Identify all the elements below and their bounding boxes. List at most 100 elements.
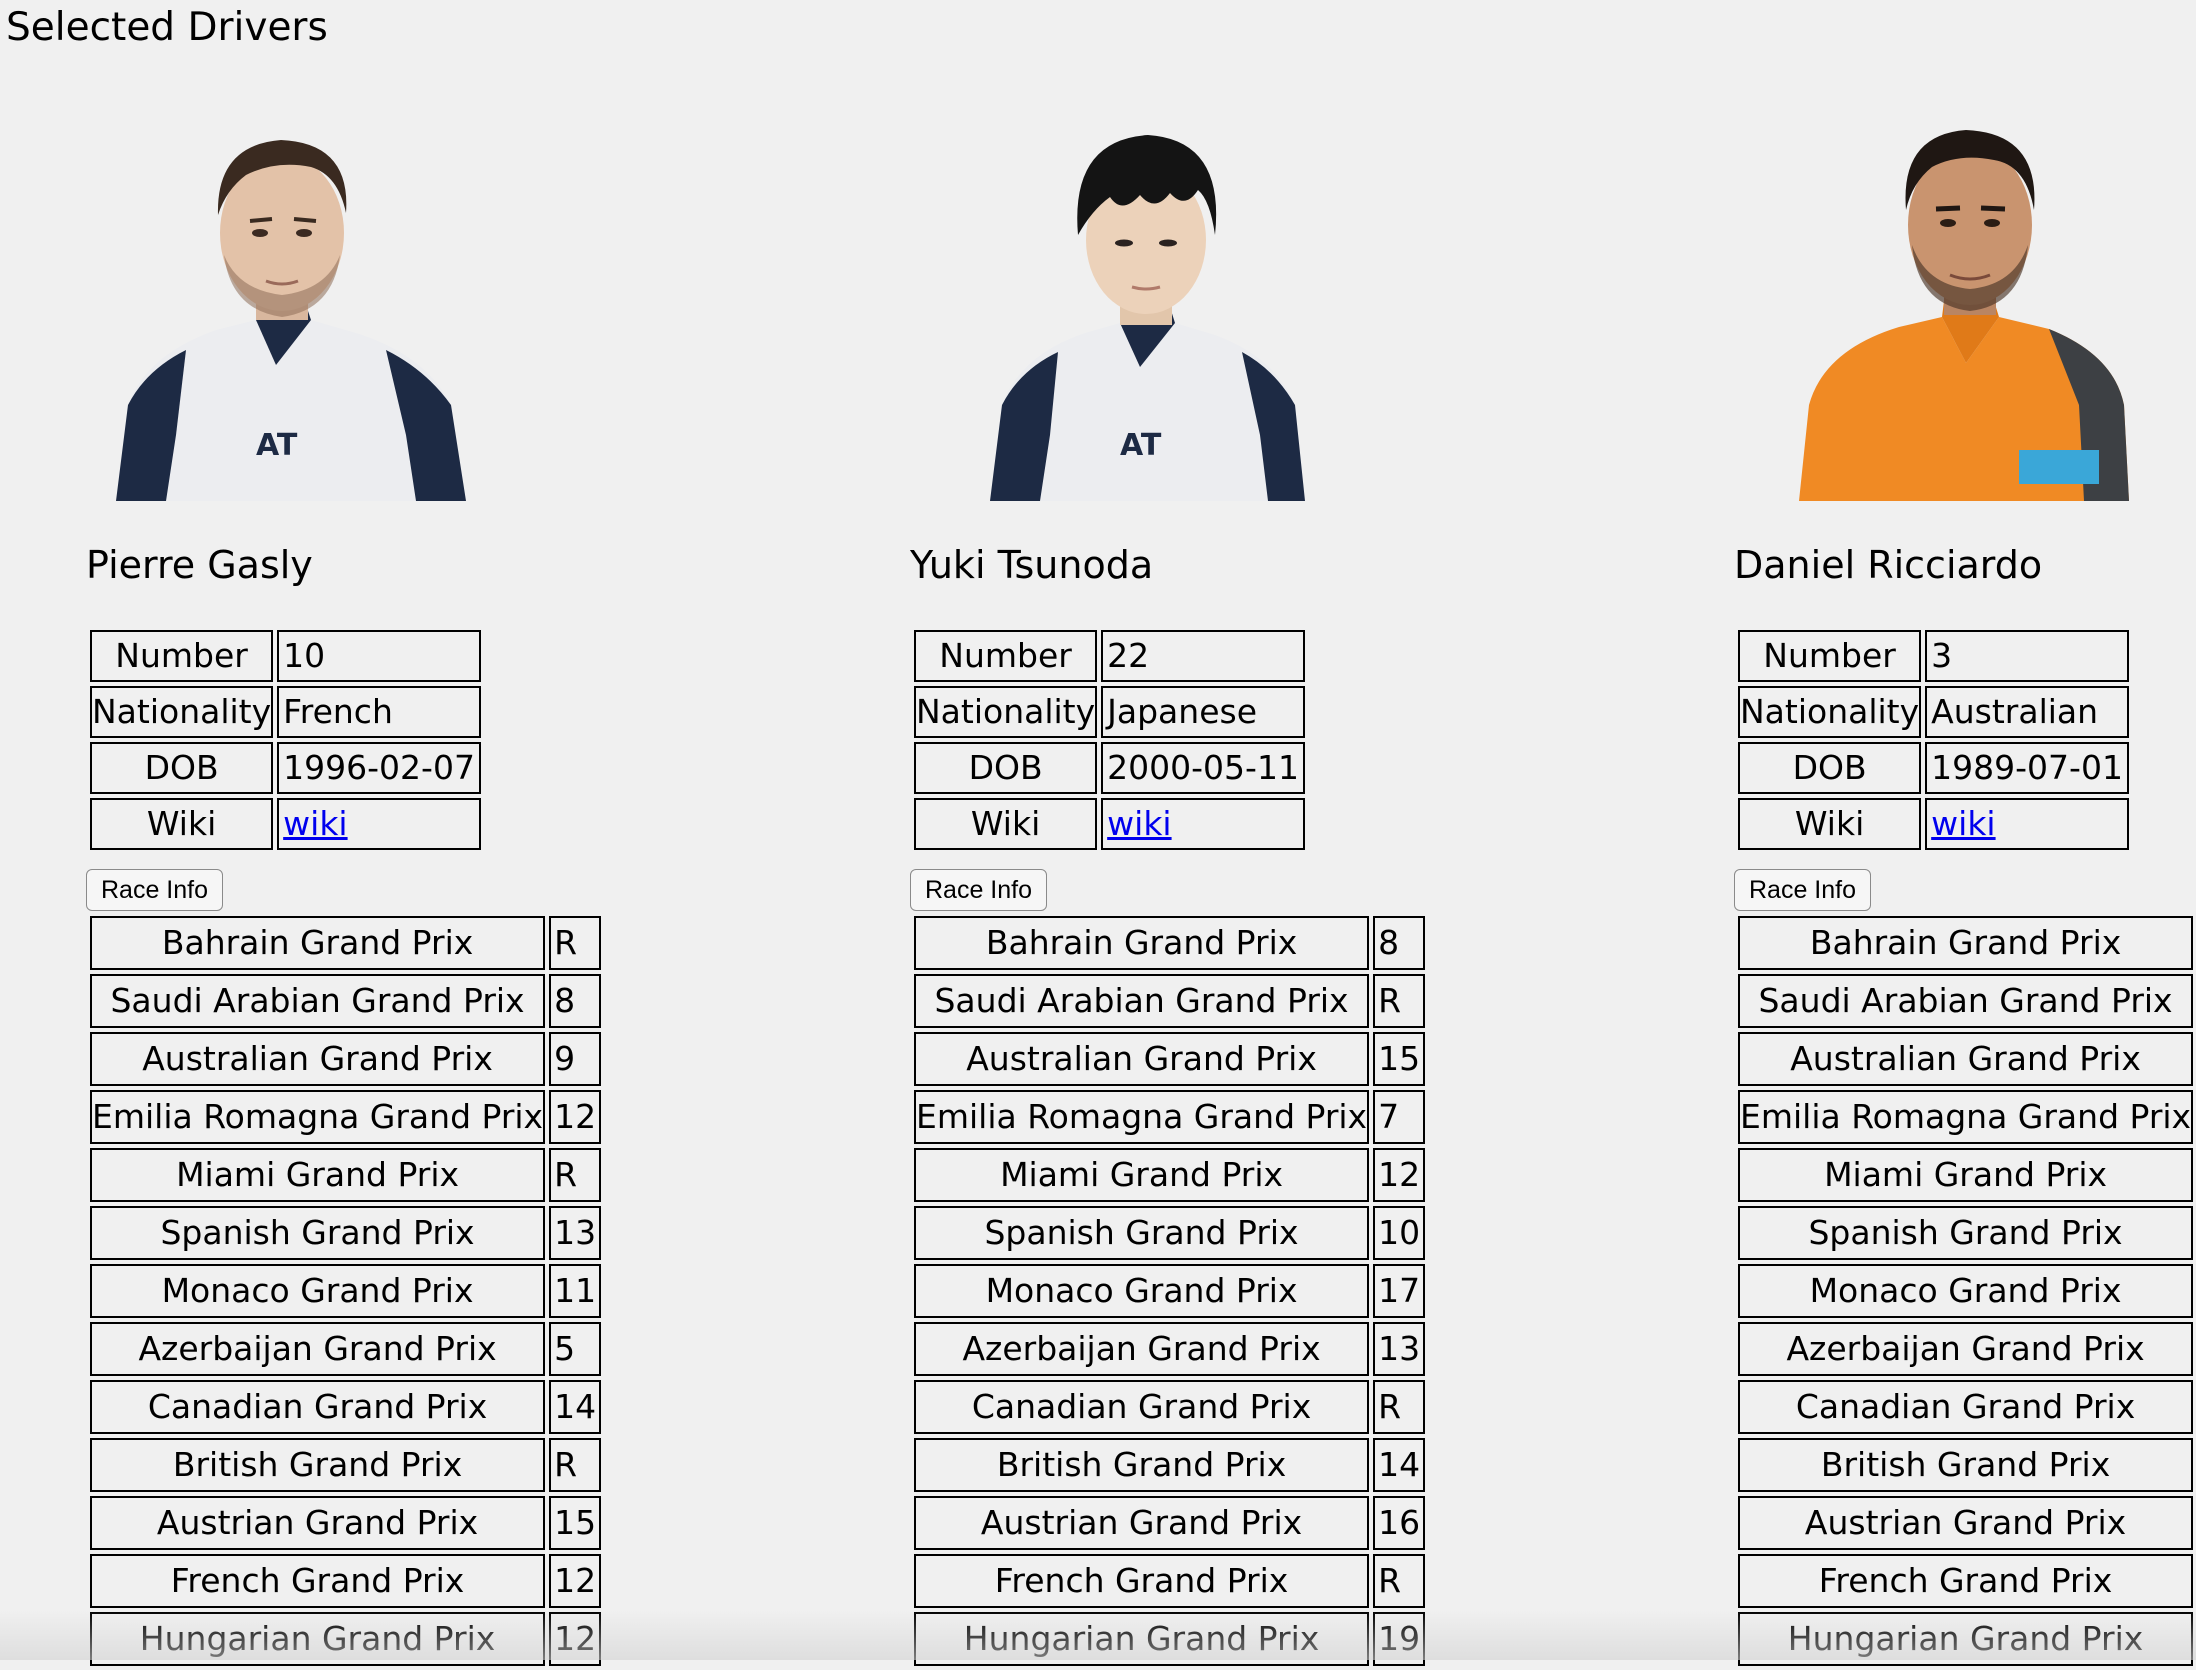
race-info-button[interactable]: Race Info [910, 869, 1048, 911]
wiki-link[interactable]: wiki [283, 804, 347, 843]
driver-name: Pierre Gasly [86, 543, 313, 587]
race-result: R [1373, 1380, 1426, 1434]
race-info-button[interactable]: Race Info [86, 869, 224, 911]
value-wiki: wiki [277, 798, 481, 850]
race-name: Miami Grand Prix [1738, 1148, 2194, 1202]
value-number: 22 [1101, 630, 1305, 682]
race-name: Saudi Arabian Grand Prix [90, 974, 546, 1028]
race-results-table: Bahrain Grand Prix R Saudi Arabian Grand P… [86, 912, 605, 1670]
race-result: 12 [549, 1090, 602, 1144]
race-name: Hungarian Grand Prix [1738, 1612, 2194, 1666]
race-name: Monaco Grand Prix [90, 1264, 546, 1318]
race-row: Canadian Grand Prix11 [1738, 1380, 2196, 1434]
race-result: 10 [1373, 1206, 1426, 1260]
info-row-number: Number 3 [1738, 630, 2129, 682]
driver-name: Daniel Ricciardo [1734, 543, 2043, 587]
value-dob: 2000-05-11 [1101, 742, 1305, 794]
info-row-wiki: Wiki wiki [914, 798, 1305, 850]
label-number: Number [914, 630, 1098, 682]
driver-info-table: Number 10 Nationality French DOB 1996-02… [86, 626, 485, 854]
race-row: Azerbaijan Grand Prix8 [1738, 1322, 2196, 1376]
label-nationality: Nationality [914, 686, 1098, 738]
driver-name: Yuki Tsunoda [910, 543, 1154, 587]
race-row: Azerbaijan Grand Prix 5 [90, 1322, 602, 1376]
race-row: French Grand Prix9 [1738, 1554, 2196, 1608]
wiki-link[interactable]: wiki [1107, 804, 1171, 843]
value-wiki: wiki [1101, 798, 1305, 850]
race-result: 17 [1373, 1264, 1426, 1318]
race-name: Spanish Grand Prix [914, 1206, 1370, 1260]
race-result: R [549, 1148, 602, 1202]
race-name: Canadian Grand Prix [914, 1380, 1370, 1434]
info-row-wiki: Wiki wiki [1738, 798, 2129, 850]
race-row: Monaco Grand Prix 11 [90, 1264, 602, 1318]
race-row: Australian Grand Prix 15 [914, 1032, 1426, 1086]
race-row: Hungarian Grand Prix 12 [90, 1612, 602, 1666]
value-dob: 1989-07-01 [1925, 742, 2129, 794]
driver-photo: AT [106, 105, 486, 501]
label-dob: DOB [90, 742, 274, 794]
info-row-dob: DOB 1996-02-07 [90, 742, 481, 794]
label-wiki: Wiki [1738, 798, 1922, 850]
race-row: Austrian Grand Prix 15 [90, 1496, 602, 1550]
race-row: Emilia Romagna Grand Prix 7 [914, 1090, 1426, 1144]
race-name: Hungarian Grand Prix [90, 1612, 546, 1666]
race-row: Hungarian Grand Prix15 [1738, 1612, 2196, 1666]
race-name: French Grand Prix [1738, 1554, 2194, 1608]
value-number: 3 [1925, 630, 2129, 682]
driver-portrait-icon: AT [990, 135, 1305, 501]
svg-text:AT: AT [256, 428, 298, 463]
race-row: Austrian Grand Prix 16 [914, 1496, 1426, 1550]
label-number: Number [1738, 630, 1922, 682]
race-name: Emilia Romagna Grand Prix [90, 1090, 546, 1144]
race-row: Saudi Arabian Grand Prix 8 [90, 974, 602, 1028]
info-row-nationality: Nationality French [90, 686, 481, 738]
race-result: 12 [549, 1554, 602, 1608]
race-name: Australian Grand Prix [1738, 1032, 2194, 1086]
race-result: 16 [1373, 1496, 1426, 1550]
race-row: Hungarian Grand Prix 19 [914, 1612, 1426, 1666]
race-result: 8 [1373, 916, 1426, 970]
info-row-number: Number 10 [90, 630, 481, 682]
label-wiki: Wiki [914, 798, 1098, 850]
race-name: Monaco Grand Prix [1738, 1264, 2194, 1318]
race-name: Azerbaijan Grand Prix [90, 1322, 546, 1376]
race-row: British Grand Prix R [90, 1438, 602, 1492]
race-result: 12 [549, 1612, 602, 1666]
race-result: 13 [1373, 1322, 1426, 1376]
info-row-nationality: Nationality Japanese [914, 686, 1305, 738]
race-row: Emilia Romagna Grand Prix18 [1738, 1090, 2196, 1144]
race-row: Azerbaijan Grand Prix 13 [914, 1322, 1426, 1376]
info-row-nationality: Nationality Australian [1738, 686, 2129, 738]
race-name: Canadian Grand Prix [90, 1380, 546, 1434]
race-name: Austrian Grand Prix [90, 1496, 546, 1550]
race-row: Spanish Grand Prix 13 [90, 1206, 602, 1260]
race-row: British Grand Prix 14 [914, 1438, 1426, 1492]
race-name: Azerbaijan Grand Prix [1738, 1322, 2194, 1376]
label-nationality: Nationality [1738, 686, 1922, 738]
race-name: British Grand Prix [90, 1438, 546, 1492]
race-info-button[interactable]: Race Info [1734, 869, 1872, 911]
race-row: British Grand Prix13 [1738, 1438, 2196, 1492]
race-name: Bahrain Grand Prix [90, 916, 546, 970]
race-name: Bahrain Grand Prix [914, 916, 1370, 970]
race-name: Spanish Grand Prix [90, 1206, 546, 1260]
race-result: 12 [1373, 1148, 1426, 1202]
race-results-table: Bahrain Grand Prix 8 Saudi Arabian Grand P… [910, 912, 1429, 1670]
race-result: R [1373, 1554, 1426, 1608]
race-row: Australian Grand Prix6 [1738, 1032, 2196, 1086]
page-title: Selected Drivers [6, 5, 328, 50]
value-wiki: wiki [1925, 798, 2129, 850]
race-result: R [549, 916, 602, 970]
race-name: Emilia Romagna Grand Prix [914, 1090, 1370, 1144]
label-dob: DOB [1738, 742, 1922, 794]
race-result: 5 [549, 1322, 602, 1376]
race-row: Spanish Grand Prix12 [1738, 1206, 2196, 1260]
race-name: Bahrain Grand Prix [1738, 916, 2194, 970]
wiki-link[interactable]: wiki [1931, 804, 1995, 843]
race-result: 13 [549, 1206, 602, 1260]
race-name: Austrian Grand Prix [1738, 1496, 2194, 1550]
race-name: Canadian Grand Prix [1738, 1380, 2194, 1434]
driver-portrait-icon [1799, 130, 2129, 501]
race-row: French Grand Prix R [914, 1554, 1426, 1608]
